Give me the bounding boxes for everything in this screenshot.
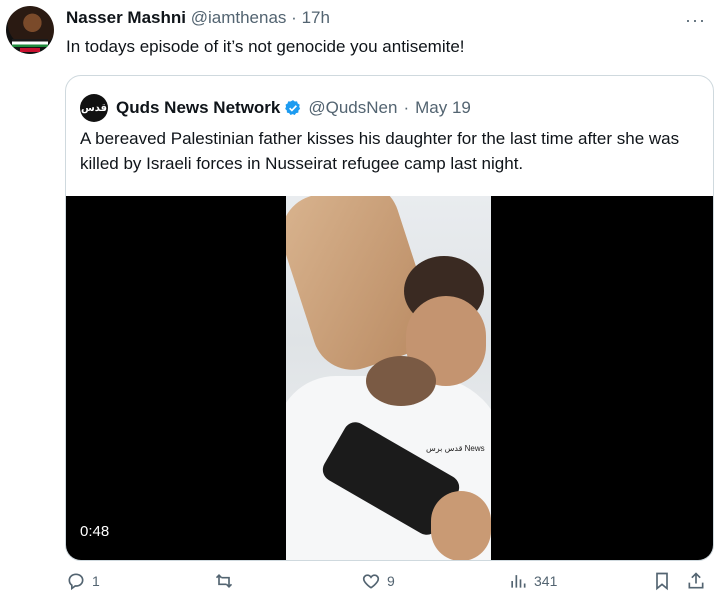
video-hair <box>366 356 436 406</box>
retweet-icon <box>215 573 233 589</box>
author-handle[interactable]: @iamthenas <box>191 8 287 27</box>
more-icon[interactable]: ··· <box>685 10 706 31</box>
video-duration: 0:48 <box>80 523 110 540</box>
reply-button[interactable]: 1 <box>66 571 100 591</box>
bookmark-button[interactable] <box>652 571 672 591</box>
like-button[interactable]: 9 <box>361 571 395 591</box>
quoted-separator: · <box>403 98 410 117</box>
avatar-badge <box>20 48 40 52</box>
quoted-date[interactable]: May 19 <box>415 98 471 118</box>
reply-icon <box>68 573 84 591</box>
share-icon <box>688 572 704 589</box>
views-button[interactable]: 341 <box>508 571 557 591</box>
video-fingers <box>431 491 491 560</box>
verified-icon <box>285 100 301 115</box>
video-watermark: قدس برس News <box>426 444 485 453</box>
quoted-avatar[interactable]: قدس <box>80 94 108 122</box>
quoted-text: A bereaved Palestinian father kisses his… <box>80 129 680 173</box>
quoted-author-name[interactable]: Quds News Network <box>116 98 280 118</box>
views-count: 341 <box>534 573 558 589</box>
retweet-button[interactable] <box>214 571 240 591</box>
flag-graphic <box>12 39 48 47</box>
like-count: 9 <box>387 573 395 589</box>
tweet-header: Nasser Mashni @iamthenas · 17h <box>66 8 330 28</box>
avatar[interactable] <box>6 6 54 54</box>
views-icon <box>511 575 526 588</box>
tweet-text: In todays episode of it’s not genocide y… <box>66 37 465 56</box>
like-icon <box>362 574 380 589</box>
action-bar: 1 9 341 <box>0 571 716 603</box>
quoted-tweet[interactable]: قدس Quds News Network @QudsNen · May 19 … <box>65 75 714 561</box>
quoted-author-handle[interactable]: @QudsNen <box>308 98 397 118</box>
video-player[interactable]: قدس برس News 0:48 <box>66 196 713 560</box>
bookmark-icon <box>656 572 668 591</box>
quoted-header: قدس Quds News Network @QudsNen · May 19 <box>80 94 471 122</box>
share-button[interactable] <box>686 571 706 591</box>
reply-count: 1 <box>92 573 100 589</box>
author-name[interactable]: Nasser Mashni <box>66 8 186 27</box>
timestamp[interactable]: 17h <box>302 8 330 27</box>
video-frame: قدس برس News <box>286 196 491 560</box>
separator: · <box>291 8 297 27</box>
